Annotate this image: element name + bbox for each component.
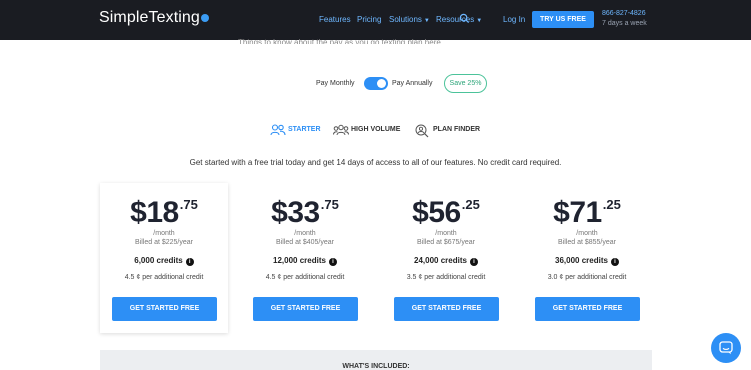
get-started-free-button[interactable]: GET STARTED FREE [112, 297, 217, 321]
pay-monthly-label[interactable]: Pay Monthly [316, 80, 355, 87]
logo[interactable]: SimpleTexting [99, 9, 209, 27]
credits-amount: 24,000 credits i [382, 256, 510, 266]
billing-toggle[interactable] [364, 77, 388, 90]
chevron-down-icon: ▼ [423, 18, 430, 24]
plan-card: $71.25 /month Billed at $855/year 36,000… [523, 183, 651, 333]
plan-price: $71.25 [553, 196, 621, 229]
get-started-free-button[interactable]: GET STARTED FREE [253, 297, 358, 321]
credits-amount: 6,000 credits i [100, 256, 228, 266]
credits-amount: 12,000 credits i [241, 256, 369, 266]
pay-annually-label[interactable]: Pay Annually [392, 80, 432, 87]
try-us-free-button[interactable]: TRY US FREE [532, 11, 594, 28]
plan-price: $56.25 [412, 196, 480, 229]
logo-bubble-icon [200, 14, 209, 22]
info-icon[interactable]: i [328, 258, 337, 266]
phone-number[interactable]: 866-827-4826 [602, 10, 646, 17]
additional-credit-rate: 4.5 ¢ per additional credit [265, 274, 345, 281]
per-month-label: /month [435, 230, 457, 237]
per-month-label: /month [153, 230, 175, 237]
users-icon [270, 124, 286, 136]
get-started-free-button[interactable]: GET STARTED FREE [535, 297, 640, 321]
billed-yearly-text: Billed at $675/year [417, 239, 475, 246]
billed-yearly-text: Billed at $855/year [558, 239, 616, 246]
nav-solutions[interactable]: Solutions ▼ [389, 15, 430, 24]
nav-login[interactable]: Log In [503, 15, 525, 24]
additional-credit-rate: 3.5 ¢ per additional credit [406, 274, 486, 281]
nav-pricing[interactable]: Pricing [357, 15, 381, 24]
info-icon[interactable]: i [469, 258, 478, 266]
chat-launcher-button[interactable] [711, 333, 741, 363]
additional-credit-rate: 4.5 ¢ per additional credit [124, 274, 204, 281]
info-icon[interactable]: i [610, 258, 619, 266]
free-trial-text: Get started with a free trial today and … [189, 158, 562, 167]
billed-yearly-text: Billed at $405/year [276, 239, 334, 246]
top-navbar: SimpleTexting Features Pricing Solutions… [0, 0, 751, 40]
nav-features[interactable]: Features [319, 15, 351, 24]
info-icon[interactable]: i [185, 258, 194, 266]
search-icon[interactable] [459, 13, 470, 24]
plan-price: $33.75 [271, 196, 339, 229]
additional-credit-rate: 3.0 ¢ per additional credit [547, 274, 627, 281]
intro-text-cut: Things to know about the pay as you go t… [238, 38, 441, 44]
plan-card: $56.25 /month Billed at $675/year 24,000… [382, 183, 510, 333]
save-badge: Save 25% [444, 74, 487, 93]
support-hours: 7 days a week [602, 20, 647, 27]
per-month-label: /month [294, 230, 316, 237]
per-month-label: /month [576, 230, 598, 237]
chat-icon [719, 341, 733, 355]
whats-included-section: WHAT'S INCLUDED: [100, 350, 652, 370]
person-search-icon [415, 124, 429, 138]
credits-amount: 36,000 credits i [523, 256, 651, 266]
chevron-down-icon: ▼ [476, 18, 483, 24]
toggle-knob [377, 79, 386, 88]
billed-yearly-text: Billed at $225/year [135, 239, 193, 246]
plan-price: $18.75 [130, 196, 198, 229]
plan-card: $33.75 /month Billed at $405/year 12,000… [241, 183, 369, 333]
whats-included-heading: WHAT'S INCLUDED: [342, 363, 410, 370]
group-icon [333, 124, 349, 136]
plan-card: $18.75 /month Billed at $225/year 6,000 … [100, 183, 228, 333]
get-started-free-button[interactable]: GET STARTED FREE [394, 297, 499, 321]
